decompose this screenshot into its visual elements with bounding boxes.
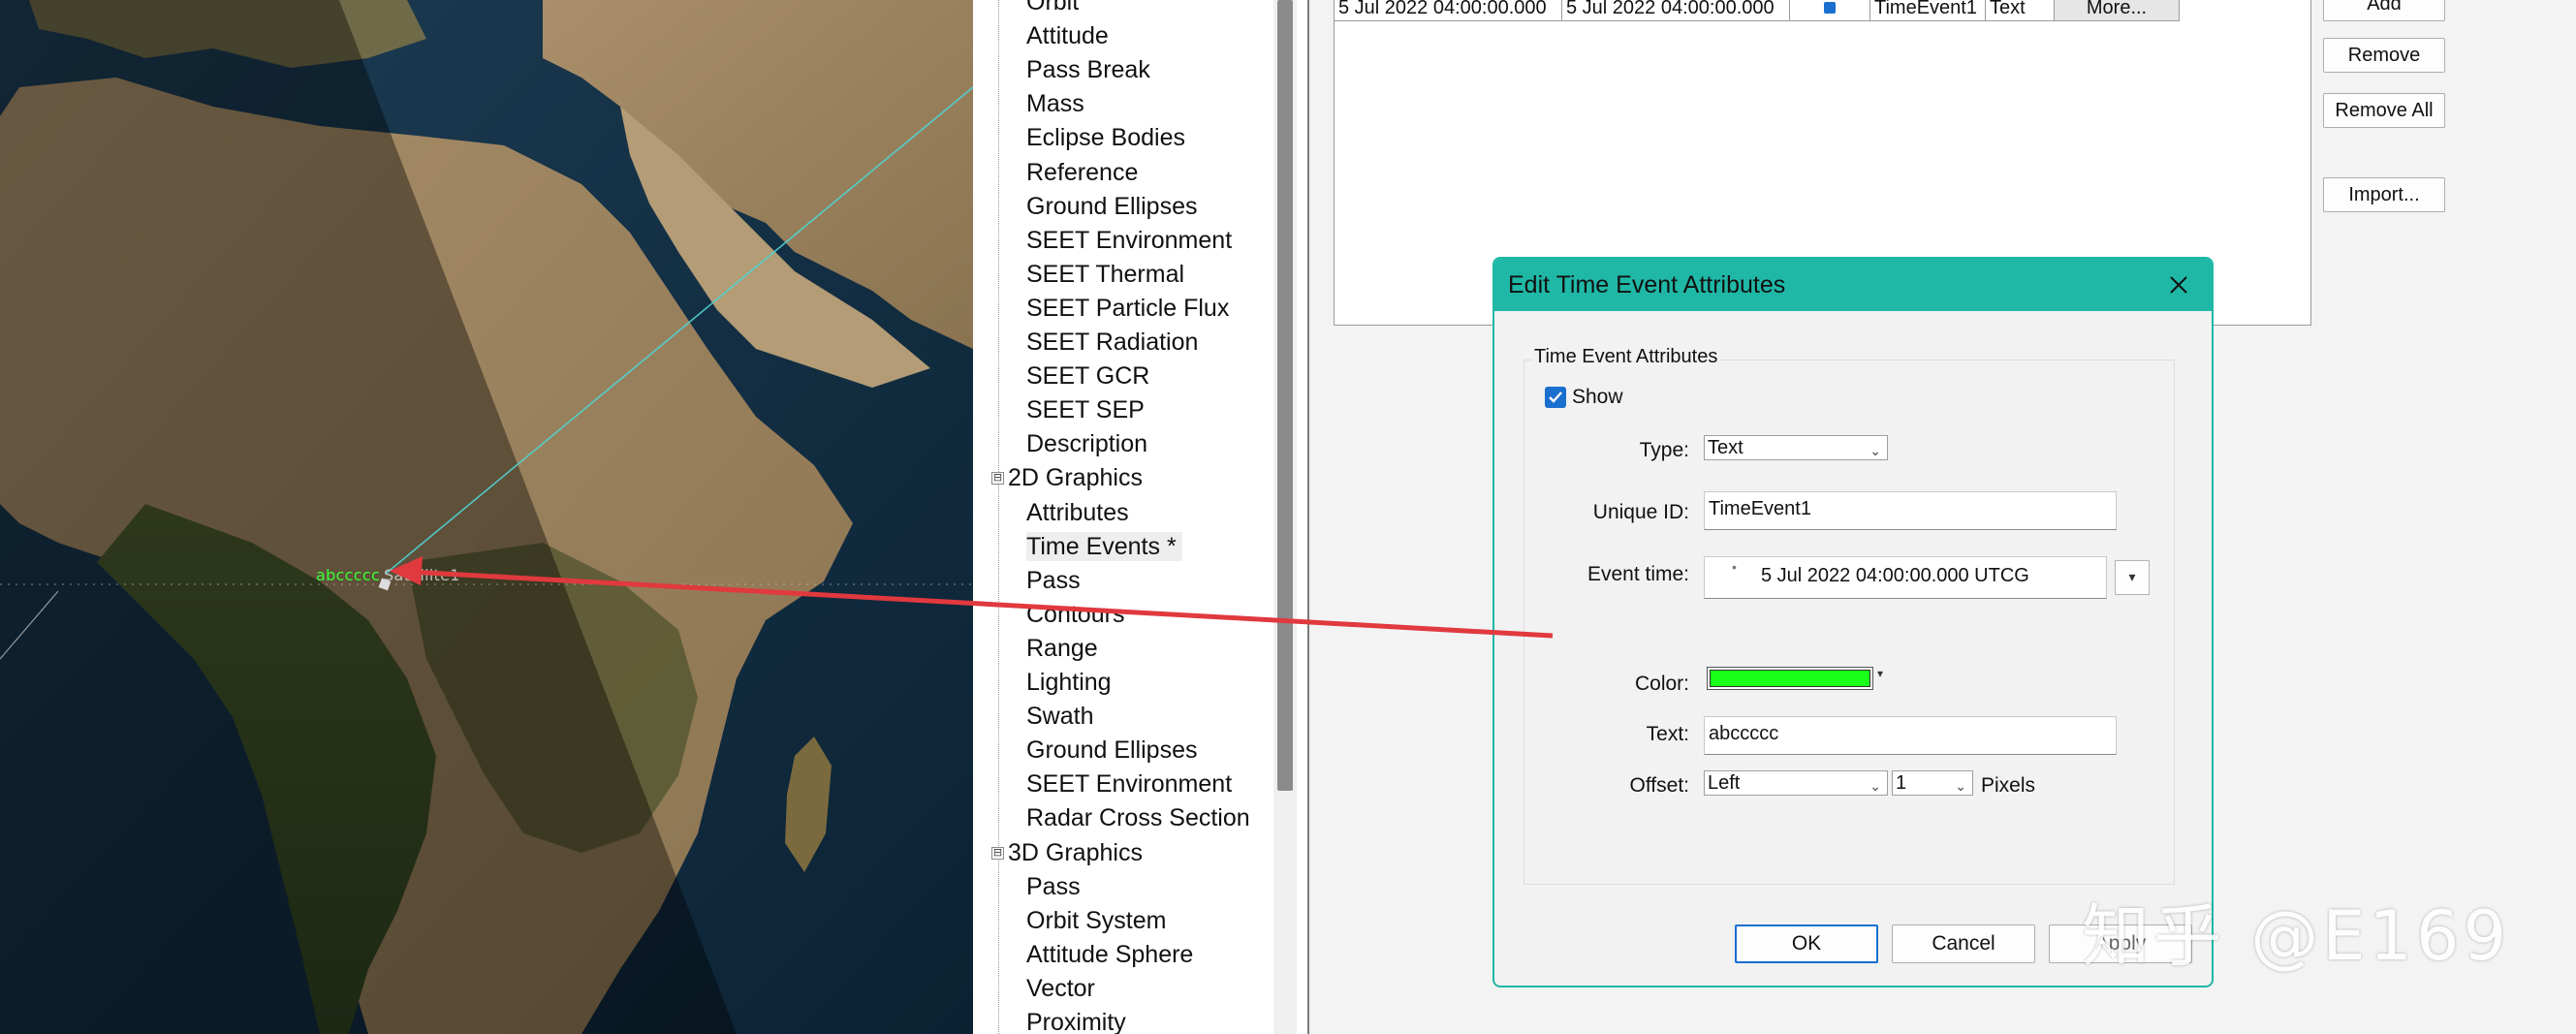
tree-item[interactable]: Description [1026, 429, 1147, 458]
close-icon[interactable] [2165, 271, 2192, 298]
tree-item[interactable]: Lighting [1026, 668, 1112, 697]
tree-item[interactable]: SEET Thermal [1026, 260, 1184, 289]
tree-item[interactable]: Range [1026, 634, 1098, 663]
time-event-text: abccccc [316, 566, 381, 584]
tree-item[interactable]: Orbit System [1026, 906, 1166, 935]
map-view[interactable]: abccccc Satellite1 [0, 0, 973, 1034]
event-time-input[interactable]: • 5 Jul 2022 04:00:00.000 UTCG [1704, 556, 2107, 599]
show-cell[interactable] [1790, 0, 1870, 20]
checkmark-icon [1549, 392, 1562, 403]
collapse-icon[interactable]: ⊟ [991, 847, 1004, 860]
cancel-button[interactable]: Cancel [1892, 924, 2035, 963]
tree-item[interactable]: Pass [1026, 872, 1081, 901]
unique-id-input[interactable]: TimeEvent1 [1704, 491, 2117, 530]
time-options-button[interactable]: ▾ [2115, 560, 2150, 595]
tree-item[interactable]: SEET Environment [1026, 226, 1232, 255]
tree-item[interactable]: Eclipse Bodies [1026, 123, 1185, 152]
show-label: Show [1572, 386, 1623, 408]
chevron-down-icon: ⌄ [1955, 778, 1966, 794]
tree-item[interactable]: Vector [1026, 974, 1095, 1003]
tree-item[interactable]: Attitude Sphere [1026, 940, 1193, 969]
offset-label: Offset: [1629, 774, 1689, 797]
tree-item[interactable]: SEET Radiation [1026, 328, 1198, 357]
tree-item[interactable]: Pass [1026, 566, 1081, 595]
offset-amount-value: 1 [1896, 772, 1907, 794]
satellite-name: Satellite1 [384, 566, 460, 584]
tree-item[interactable]: SEET GCR [1026, 361, 1149, 391]
edit-time-event-dialog[interactable]: Edit Time Event Attributes Time Event At… [1492, 257, 2214, 987]
color-label: Color: [1634, 673, 1689, 695]
event-time-value: 5 Jul 2022 04:00:00.000 UTCG [1761, 565, 2029, 586]
chevron-down-icon: ⌄ [1869, 443, 1881, 458]
type-cell: Text [1986, 0, 2055, 20]
attributes-group-label: Time Event Attributes [1531, 346, 1721, 368]
color-picker[interactable] [1707, 667, 1873, 690]
tree-guide-line [998, 0, 999, 1034]
text-input[interactable]: abccccc [1704, 716, 2117, 755]
remove-button[interactable]: Remove [2323, 38, 2445, 73]
import-button[interactable]: Import... [2323, 177, 2445, 212]
table-row[interactable]: 5 Jul 2022 04:00:00.000 5 Jul 2022 04:00… [1335, 0, 2180, 21]
more-button[interactable]: More... [2055, 0, 2180, 20]
type-label: Type: [1639, 439, 1689, 461]
show-checkbox[interactable] [1545, 387, 1566, 408]
tree-scrollbar-thumb[interactable] [1277, 0, 1293, 791]
tree-item[interactable]: Swath [1026, 702, 1093, 731]
color-swatch [1710, 670, 1870, 687]
tree-item[interactable]: SEET Particle Flux [1026, 294, 1229, 323]
add-button[interactable]: Add [2323, 0, 2445, 21]
unique-id-label: Unique ID: [1592, 501, 1689, 523]
tree-item[interactable]: Time Events * [1026, 532, 1182, 561]
event-time-label: Event time: [1586, 563, 1689, 585]
remove-all-button[interactable]: Remove All [2323, 93, 2445, 128]
text-label: Text: [1646, 723, 1689, 745]
offset-direction-value: Left [1708, 772, 1741, 794]
ok-button[interactable]: OK [1735, 924, 1878, 963]
watermark: 知乎 @E169 [2082, 896, 2511, 976]
type-value: Text [1708, 437, 1744, 458]
tree-item[interactable]: Pass Break [1026, 55, 1150, 84]
dialog-title: Edit Time Event Attributes [1508, 271, 1786, 298]
start-time-cell: 5 Jul 2022 04:00:00.000 [1335, 0, 1562, 20]
tree-item[interactable]: Ground Ellipses [1026, 192, 1197, 221]
tree-item[interactable]: Orbit [1026, 0, 1079, 16]
tree-scrollbar[interactable] [1273, 0, 1297, 1034]
collapse-icon[interactable]: ⊟ [991, 472, 1004, 485]
tree-group[interactable]: 3D Graphics [1008, 838, 1143, 867]
chevron-down-icon: ⌄ [1869, 778, 1881, 794]
tree-item[interactable]: Radar Cross Section [1026, 803, 1250, 832]
tree-item[interactable]: Contours [1026, 600, 1124, 629]
id-cell: TimeEvent1 [1870, 0, 1986, 20]
satellite-label: abccccc Satellite1 [316, 566, 460, 584]
earth-imagery [0, 0, 973, 1034]
type-select[interactable]: Text ⌄ [1704, 435, 1888, 460]
dialog-title-bar[interactable]: Edit Time Event Attributes [1494, 259, 2212, 311]
color-dropdown-icon[interactable]: ▾ [1877, 667, 1883, 680]
tree-item[interactable]: SEET SEP [1026, 395, 1145, 424]
offset-direction-select[interactable]: Left ⌄ [1704, 770, 1888, 796]
tree-item[interactable]: Reference [1026, 158, 1138, 187]
tree-group[interactable]: 2D Graphics [1008, 463, 1143, 492]
tree-item[interactable]: Ground Ellipses [1026, 736, 1197, 765]
time-spin-icon[interactable]: • [1732, 548, 1737, 585]
tree-item[interactable]: SEET Environment [1026, 769, 1232, 799]
offset-amount-select[interactable]: 1 ⌄ [1892, 770, 1973, 796]
offset-units-label: Pixels [1981, 774, 2036, 797]
properties-tree[interactable]: Orbit Attitude Pass Break Mass Eclipse Bodie… [973, 0, 1273, 1034]
stop-time-cell: 5 Jul 2022 04:00:00.000 [1562, 0, 1790, 20]
tree-item[interactable]: Attributes [1026, 498, 1129, 527]
tree-item[interactable]: Proximity [1026, 1008, 1126, 1034]
show-checkbox[interactable] [1824, 2, 1836, 14]
tree-item[interactable]: Attitude [1026, 21, 1109, 50]
tree-item[interactable]: Mass [1026, 89, 1084, 118]
